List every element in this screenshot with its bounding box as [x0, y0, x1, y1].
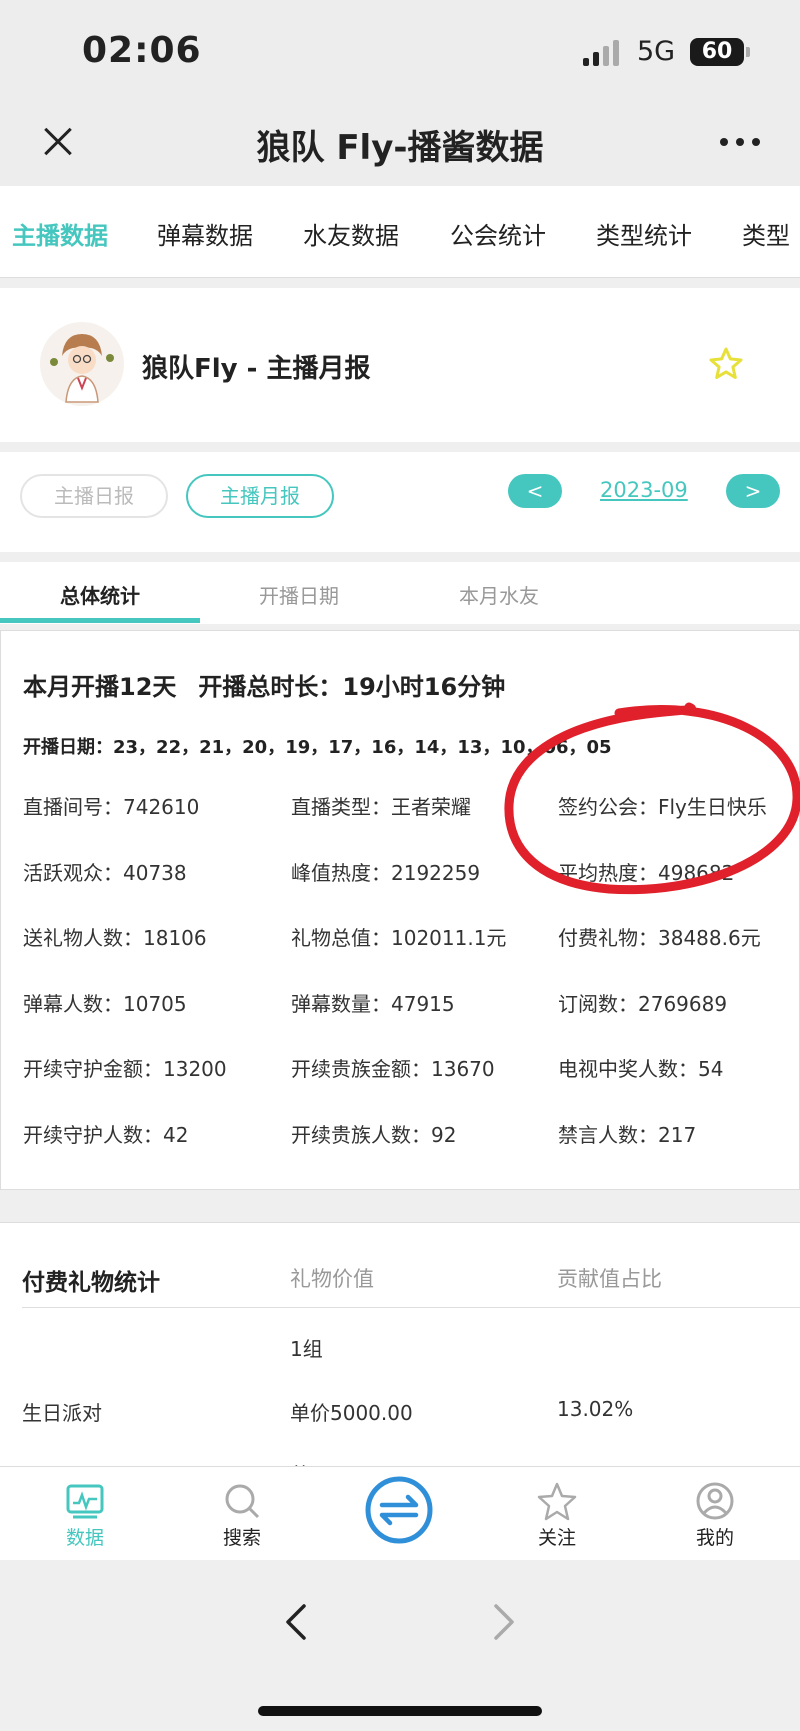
monthly-report-button[interactable]: 主播月报: [186, 474, 334, 518]
tab-anchor-data[interactable]: 主播数据: [12, 216, 108, 251]
gift-ratio: 13.02%: [557, 1397, 634, 1421]
battery-icon: 60: [690, 38, 750, 66]
danmaku-count: 弹幕数量：47915: [291, 991, 455, 1016]
bottom-tab-bar: 数据 搜索 关注 我的: [0, 1466, 800, 1560]
tab-follow[interactable]: 关注: [507, 1467, 607, 1561]
avatar[interactable]: [40, 322, 124, 406]
tab-type-stats[interactable]: 类型统计: [596, 216, 692, 251]
status-time: 02:06: [82, 30, 202, 71]
noble-count: 开续贵族人数：92: [291, 1122, 457, 1147]
paid-gifts-title: 付费礼物统计: [22, 1270, 160, 1296]
tab-overall-stats[interactable]: 总体统计: [60, 580, 140, 609]
browser-nav-bar: [0, 1560, 800, 1731]
tab-data[interactable]: 数据: [35, 1467, 135, 1561]
more-icon[interactable]: [720, 138, 760, 146]
paid-gifts-card: 付费礼物统计 礼物价值 贡献值占比 1组 生日派对 单价5000.00 13.0…: [0, 1222, 800, 1472]
divider: [22, 1307, 800, 1308]
stream-days: 本月开播12天: [23, 673, 177, 701]
gift-name: 生日派对: [22, 1401, 102, 1425]
tab-data-label: 数据: [65, 1527, 104, 1549]
profile-card: 狼队Fly - 主播月报: [0, 288, 800, 442]
stats-row: 直播间号：742610 直播类型：王者荣耀 签约公会：Fly生日快乐: [23, 791, 800, 857]
subscriptions: 订阅数：2769689: [558, 991, 728, 1016]
home-indicator: [258, 1706, 542, 1716]
gift-value-header: 礼物价值: [290, 1267, 374, 1291]
stats-card: 本月开播12天 开播总时长：19小时16分钟 开播日期：23，22，21，20，1…: [0, 630, 800, 1190]
average-heat: 平均热度：498682: [558, 860, 735, 885]
nav-bar: 狼队 Fly-播酱数据: [0, 100, 800, 186]
stream-type: 直播类型：王者荣耀: [291, 795, 471, 819]
tab-guild-stats[interactable]: 公会统计: [450, 216, 546, 251]
muted-count: 禁言人数：217: [558, 1122, 697, 1147]
gift-count: 1组: [290, 1337, 323, 1361]
network-label: 5G: [637, 36, 676, 67]
guard-count: 开续守护人数：42: [23, 1122, 189, 1147]
top-tab-bar: 主播数据 弹幕数据 水友数据 公会统计 类型统计 类型: [0, 186, 800, 278]
guard-amount: 开续守护金额：13200: [23, 1057, 227, 1081]
stats-row: 弹幕人数：10705 弹幕数量：47915 订阅数：2769689: [23, 988, 800, 1054]
room-id: 直播间号：742610: [23, 795, 200, 819]
stats-grid: 直播间号：742610 直播类型：王者荣耀 签约公会：Fly生日快乐 活跃观众：…: [23, 791, 800, 1184]
tab-type-partial[interactable]: 类型: [742, 216, 790, 251]
stats-row: 活跃观众：40738 峰值热度：2192259 平均热度：498682: [23, 857, 800, 923]
paid-gifts: 付费礼物：38488.6元: [558, 926, 761, 950]
stats-row: 送礼物人数：18106 礼物总值：102011.1元 付费礼物：38488.6元: [23, 922, 800, 988]
peak-heat: 峰值热度：2192259: [291, 860, 481, 885]
page-title: 狼队 Fly-播酱数据: [256, 128, 544, 168]
noble-amount: 开续贵族金额：13670: [291, 1057, 495, 1081]
profile-name: 狼队Fly - 主播月报: [142, 354, 371, 384]
tab-month-fans[interactable]: 本月水友: [459, 580, 539, 609]
stats-row: 开续守护金额：13200 开续贵族金额：13670 电视中奖人数：54: [23, 1053, 800, 1119]
tab-mine[interactable]: 我的: [665, 1467, 765, 1561]
prev-month-button[interactable]: <: [508, 474, 562, 508]
tab-fan-data[interactable]: 水友数据: [303, 216, 399, 251]
month-selector[interactable]: 2023-09: [600, 478, 688, 502]
search-icon: [225, 1484, 260, 1519]
star-icon: [537, 1482, 577, 1521]
tab-stream-dates[interactable]: 开播日期: [259, 580, 339, 609]
tv-winners: 电视中奖人数：54: [558, 1057, 724, 1081]
stats-row: 开续守护人数：42 开续贵族人数：92 禁言人数：217: [23, 1119, 800, 1185]
tab-danmaku-data[interactable]: 弹幕数据: [157, 216, 253, 251]
star-icon[interactable]: [708, 346, 744, 382]
danmaku-users: 弹幕人数：10705: [23, 991, 187, 1016]
next-month-button[interactable]: >: [726, 474, 780, 508]
active-viewers: 活跃观众：40738: [23, 860, 187, 885]
chart-icon: [66, 1484, 104, 1519]
gift-senders: 送礼物人数：18106: [23, 926, 207, 950]
tab-follow-label: 关注: [537, 1527, 576, 1549]
signal-icon: [583, 40, 619, 66]
tab-mine-label: 我的: [695, 1527, 734, 1549]
tab-search-label: 搜索: [222, 1527, 261, 1549]
stats-headline: 本月开播12天 开播总时长：19小时16分钟: [23, 667, 527, 702]
gift-total: 礼物总值：102011.1元: [291, 926, 507, 950]
contribution-ratio-header: 贡献值占比: [557, 1267, 662, 1291]
signed-guild: 签约公会：Fly生日快乐: [558, 795, 767, 819]
stream-duration: 开播总时长：19小时16分钟: [198, 673, 506, 701]
tab-search[interactable]: 搜索: [192, 1467, 292, 1561]
forward-arrow-icon[interactable]: [492, 1602, 516, 1642]
daily-report-button[interactable]: 主播日报: [20, 474, 168, 518]
user-icon: [696, 1482, 734, 1520]
sub-tab-bar: 总体统计 开播日期 本月水友: [0, 562, 800, 624]
active-tab-indicator: [0, 618, 200, 623]
switch-icon[interactable]: [364, 1475, 434, 1545]
report-switch-row: 主播日报 主播月报 < 2023-09 >: [0, 452, 800, 552]
gift-unit-price: 单价5000.00: [290, 1401, 413, 1425]
status-bar: 02:06 5G 60: [0, 0, 800, 100]
back-arrow-icon[interactable]: [284, 1602, 308, 1642]
stream-dates: 开播日期：23，22，21，20，19，17，16，14，13，10，06，05: [23, 737, 612, 758]
